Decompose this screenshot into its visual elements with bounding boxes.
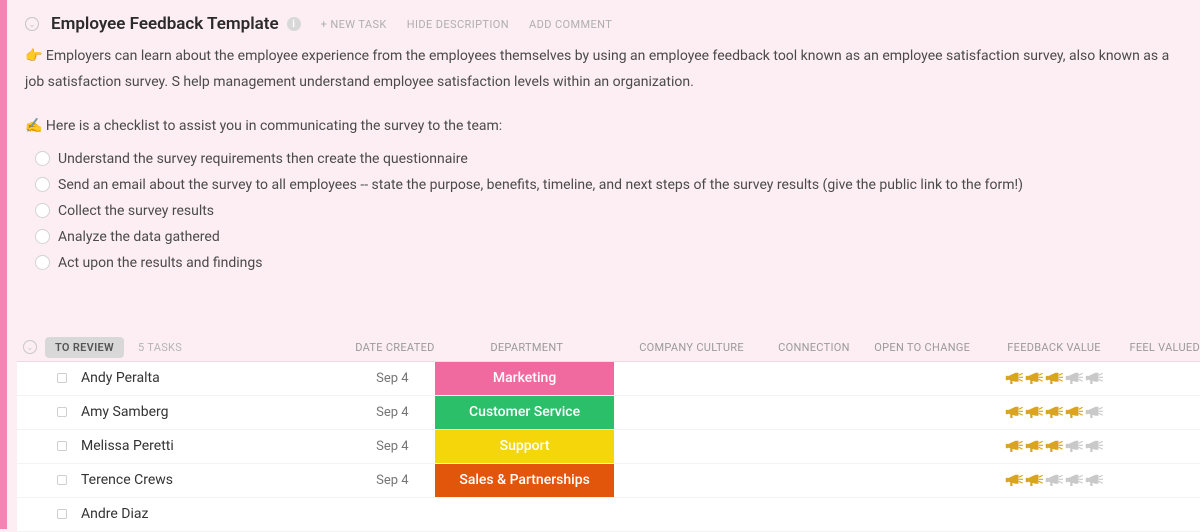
checklist-intro: Here is a checklist to assist you in com… [46, 118, 502, 134]
task-status-icon[interactable] [57, 407, 67, 417]
megaphone-icon [1065, 370, 1083, 386]
megaphone-icon [1045, 404, 1063, 420]
status-group-chip[interactable]: TO REVIEW [45, 337, 124, 358]
megaphone-icon [1085, 438, 1103, 454]
megaphone-icon [1005, 472, 1023, 488]
group-collapse-icon[interactable]: ⌄ [23, 340, 37, 354]
new-task-button[interactable]: + NEW TASK [321, 18, 387, 31]
table-row[interactable]: Andre Diaz [17, 498, 1200, 532]
department-badge[interactable]: Customer Service [435, 396, 614, 429]
collapse-toggle-icon[interactable]: ⌄ [25, 17, 39, 31]
megaphone-icon [1045, 472, 1063, 488]
checkbox-icon[interactable] [35, 255, 50, 270]
megaphone-icon [1065, 472, 1083, 488]
feedback-value-rating[interactable] [983, 472, 1125, 488]
column-header-feedback-value[interactable]: FEEDBACK VALUE [983, 341, 1124, 354]
megaphone-icon [1005, 438, 1023, 454]
department-badge[interactable]: Sales & Partnerships [435, 464, 614, 497]
table-row[interactable]: Melissa Peretti Sep 4Support [17, 430, 1200, 464]
table-body: Andy PeraltaSep 4Marketing Amy SambergSe… [17, 362, 1200, 532]
megaphone-icon [1085, 472, 1103, 488]
megaphone-icon [1005, 404, 1023, 420]
info-icon[interactable]: i [287, 17, 301, 31]
checklist: Understand the survey requirements then … [17, 140, 1200, 276]
checklist-item-label: Analyze the data gathered [58, 229, 220, 245]
checklist-item[interactable]: Understand the survey requirements then … [35, 146, 1186, 172]
megaphone-icon [1025, 404, 1043, 420]
task-name[interactable]: Terence Crews [81, 472, 173, 488]
list-description: 👉 Employers can learn about the employee… [17, 40, 1200, 140]
table-row[interactable]: Amy Samberg Sep 4Customer Service [17, 396, 1200, 430]
table-row[interactable]: Andy Peralta Sep 4Marketing [17, 362, 1200, 396]
feedback-value-rating[interactable] [983, 438, 1125, 454]
column-header-connection[interactable]: CONNECTION [767, 341, 861, 354]
list-header: ⌄ Employee Feedback Template i + NEW TAS… [17, 4, 1200, 40]
checklist-item-label: Act upon the results and findings [58, 255, 262, 271]
pointing-right-icon: 👉 [25, 48, 42, 64]
task-status-icon[interactable] [57, 441, 67, 451]
megaphone-icon [1085, 404, 1103, 420]
column-header-department[interactable]: DEPARTMENT [437, 341, 616, 354]
writing-hand-icon: ✍️ [25, 118, 42, 134]
checkbox-icon[interactable] [35, 229, 50, 244]
task-name[interactable]: Andy Peralta [81, 370, 160, 386]
table-header-row: ⌄ TO REVIEW 5 TASKS DATE CREATED DEPARTM… [17, 334, 1200, 362]
column-header-company-culture[interactable]: COMPANY CULTURE [616, 341, 767, 354]
checklist-item-label: Collect the survey results [58, 203, 214, 219]
task-name[interactable]: Andre Diaz [81, 506, 148, 522]
task-status-icon[interactable] [57, 475, 67, 485]
megaphone-icon [1025, 438, 1043, 454]
checklist-item-label: Send an email about the survey to all em… [58, 177, 1023, 193]
task-date-created: Sep 4 [350, 439, 435, 454]
add-comment-button[interactable]: ADD COMMENT [529, 18, 612, 31]
feedback-value-rating[interactable] [983, 404, 1125, 420]
hide-description-button[interactable]: HIDE DESCRIPTION [407, 18, 509, 31]
task-name[interactable]: Melissa Peretti [81, 438, 174, 454]
column-header-open-to-change[interactable]: OPEN TO CHANGE [861, 341, 983, 354]
tasks-count-label: 5 TASKS [138, 341, 182, 354]
task-name[interactable]: Amy Samberg [81, 404, 168, 420]
checklist-item[interactable]: Act upon the results and findings [35, 250, 1186, 276]
column-header-date-created[interactable]: DATE CREATED [353, 341, 438, 354]
checklist-item[interactable]: Send an email about the survey to all em… [35, 172, 1186, 198]
checklist-item[interactable]: Collect the survey results [35, 198, 1186, 224]
list-title: Employee Feedback Template [51, 14, 279, 34]
megaphone-icon [1065, 404, 1083, 420]
column-header-feel-valued[interactable]: FEEL VALUED [1125, 341, 1200, 354]
checklist-item-label: Understand the survey requirements then … [58, 151, 468, 167]
task-date-created: Sep 4 [350, 405, 435, 420]
megaphone-icon [1005, 370, 1023, 386]
task-date-created: Sep 4 [350, 473, 435, 488]
feedback-value-rating[interactable] [983, 370, 1125, 386]
megaphone-icon [1025, 370, 1043, 386]
megaphone-icon [1045, 438, 1063, 454]
task-status-icon[interactable] [57, 509, 67, 519]
task-date-created: Sep 4 [350, 371, 435, 386]
task-status-icon[interactable] [57, 373, 67, 383]
megaphone-icon [1045, 370, 1063, 386]
checklist-item[interactable]: Analyze the data gathered [35, 224, 1186, 250]
checkbox-icon[interactable] [35, 151, 50, 166]
megaphone-icon [1025, 472, 1043, 488]
checkbox-icon[interactable] [35, 177, 50, 192]
department-badge[interactable]: Marketing [435, 362, 614, 395]
description-text: Employers can learn about the employee e… [25, 48, 1169, 90]
department-badge[interactable]: Support [435, 430, 614, 463]
megaphone-icon [1085, 370, 1103, 386]
table-row[interactable]: Terence Crews Sep 4Sales & Partnerships [17, 464, 1200, 498]
megaphone-icon [1065, 438, 1083, 454]
checkbox-icon[interactable] [35, 203, 50, 218]
